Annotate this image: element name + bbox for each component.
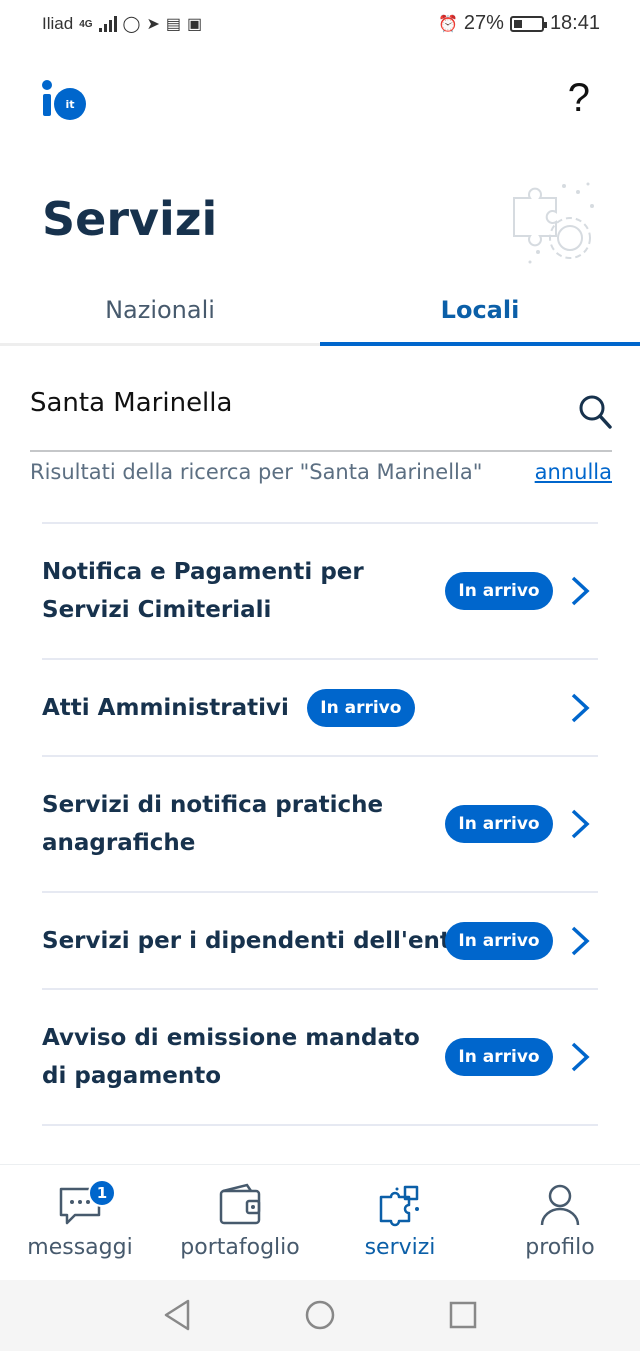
services-list: Notifica e Pagamenti per Servizi Cimiter… — [42, 522, 598, 1126]
battery-percent: 27% — [463, 12, 504, 34]
help-button[interactable]: ? — [568, 76, 590, 121]
chevron-right-icon — [571, 809, 590, 839]
news-icon: ▤ — [165, 16, 181, 33]
nav-item-servizi[interactable]: servizi — [320, 1165, 480, 1281]
battery-icon — [509, 15, 547, 32]
chevron-right-icon — [571, 926, 590, 955]
home-icon[interactable] — [304, 1298, 336, 1332]
service-title: Servizi di notifica pratiche anagrafiche — [42, 792, 384, 856]
page-title: Servizi — [42, 192, 218, 246]
service-tabs: Nazionali Locali — [0, 280, 640, 346]
cancel-search-link[interactable]: annulla — [535, 460, 612, 484]
carrier-name: Iliad — [42, 14, 74, 33]
chevron-right-icon — [571, 1042, 590, 1072]
status-badge: In arrivo — [445, 921, 553, 960]
nav-item-portafoglio[interactable]: portafoglio — [160, 1165, 320, 1281]
status-badge: In arrivo — [445, 1038, 553, 1076]
status-badge: In arrivo — [306, 688, 415, 727]
search-input[interactable] — [30, 388, 570, 418]
nav-label: portafoglio — [180, 1235, 300, 1260]
status-left: Iliad 4G ◯ ➤ ▤ ▣ — [42, 14, 202, 34]
tab-locali[interactable]: Locali — [320, 296, 640, 324]
nav-label: servizi — [364, 1235, 436, 1260]
tab-nazionali[interactable]: Nazionali — [0, 296, 320, 324]
nav-item-messaggi[interactable]: 1 messaggi — [0, 1165, 160, 1281]
bottom-navigation: 1 messaggi portafoglio servizi profilo — [0, 1164, 640, 1280]
nav-item-profilo[interactable]: profilo — [480, 1165, 640, 1281]
service-title: Servizi per i dipendenti dell'ente — [42, 927, 467, 954]
io-app-logo: it — [42, 80, 92, 120]
list-item[interactable]: Notifica e Pagamenti per Servizi Cimiter… — [42, 524, 598, 660]
search-results-label: Risultati della ricerca per "Santa Marin… — [30, 460, 483, 484]
active-tab-indicator — [320, 342, 640, 346]
list-item[interactable]: Servizi di notifica pratiche anagrafiche… — [42, 757, 598, 893]
status-badge: In arrivo — [445, 572, 553, 610]
unread-count-badge: 1 — [88, 1179, 116, 1207]
service-title: Notifica e Pagamenti per Servizi Cimiter… — [42, 559, 364, 623]
network-type: 4G — [79, 18, 93, 30]
signal-icon — [98, 16, 117, 32]
status-right: ⏰ 27% 18:41 — [438, 12, 600, 35]
services-puzzle-illustration — [513, 182, 594, 264]
nav-label: profilo — [525, 1235, 595, 1260]
user-icon — [540, 1184, 580, 1226]
status-bar: Iliad 4G ◯ ➤ ▤ ▣ ⏰ 27% 18:41 — [0, 0, 640, 50]
nav-label: messaggi — [27, 1235, 133, 1260]
service-title: Atti Amministrativi — [42, 694, 289, 721]
chevron-right-icon — [571, 693, 590, 722]
alarm-icon: ⏰ — [437, 15, 458, 33]
search-underline — [30, 450, 612, 452]
list-item[interactable]: Servizi per i dipendenti dell'ente In ar… — [42, 893, 598, 990]
whatsapp-icon: ◯ — [122, 16, 141, 33]
puzzle-icon — [379, 1185, 419, 1227]
wallet-icon — [219, 1183, 261, 1225]
list-item[interactable]: Avviso di emissione mandato di pagamento… — [42, 990, 598, 1126]
search-icon[interactable] — [578, 394, 612, 430]
system-navigation-bar — [0, 1280, 640, 1351]
clock: 18:41 — [549, 12, 600, 34]
back-icon[interactable] — [162, 1298, 192, 1332]
service-title: Avviso di emissione mandato di pagamento — [42, 1025, 420, 1089]
chevron-right-icon — [571, 576, 590, 606]
telegram-icon: ➤ — [146, 16, 160, 33]
recents-icon[interactable] — [448, 1298, 478, 1332]
facebook-icon: ▣ — [186, 16, 203, 33]
status-badge: In arrivo — [445, 805, 553, 843]
logo-text: it — [54, 88, 86, 120]
list-item[interactable]: Atti Amministrativi In arrivo — [42, 660, 598, 757]
